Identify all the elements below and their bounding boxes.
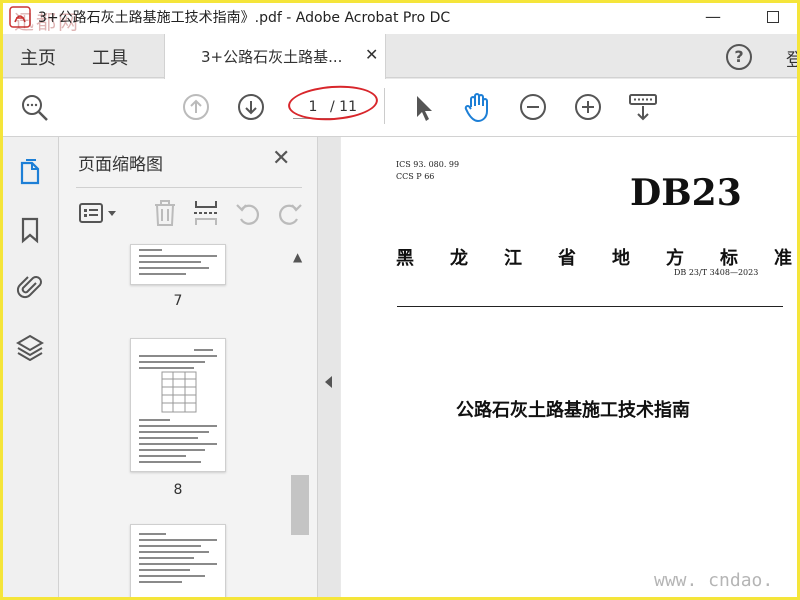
panel-title: 页面缩略图 <box>78 155 163 175</box>
previous-page-icon[interactable] <box>182 93 210 121</box>
thumbnail-text-lines <box>139 349 217 373</box>
title-bar: 迅都网 3+公路石灰土路基施工技术指南》.pdf - Adobe Acrobat… <box>0 0 800 34</box>
zoom-in-icon[interactable] <box>574 93 602 121</box>
signin-link[interactable]: 登 <box>786 46 800 72</box>
maximize-button[interactable] <box>760 6 786 28</box>
page-thumbnail[interactable] <box>130 338 226 472</box>
attachment-icon[interactable] <box>16 273 44 301</box>
doc-title: 公路石灰土路基施工技术指南 <box>456 400 690 421</box>
doc-province-heading: 黑龙江省地方标准 <box>396 244 800 270</box>
page-thumbnail[interactable] <box>130 524 226 600</box>
collapse-left-arrow-icon[interactable] <box>325 376 332 388</box>
doc-classification: ICS 93. 080. 99 CCS P 66 <box>396 159 459 183</box>
insert-page-icon[interactable] <box>192 198 220 228</box>
help-icon[interactable]: ? <box>726 44 752 70</box>
page-thumbnails-icon[interactable] <box>16 158 44 186</box>
ics-code: ICS 93. 080. 99 <box>396 160 460 169</box>
province-char: 方 <box>666 248 684 269</box>
thumbnail-text-lines <box>139 249 217 279</box>
doc-badge: DB23 <box>630 172 742 214</box>
search-icon[interactable] <box>20 93 50 123</box>
scrollbar-thumb[interactable] <box>291 475 309 535</box>
panel-divider <box>76 187 302 188</box>
menu-home[interactable]: 主页 <box>20 44 56 70</box>
menu-bar: 主页 工具 <box>0 34 800 78</box>
window-title: 3+公路石灰土路基施工技术指南》.pdf - Adobe Acrobat Pro… <box>38 10 451 26</box>
province-char: 江 <box>504 248 522 269</box>
thumbnail-table-figure <box>161 371 197 413</box>
keyboard-scroll-icon[interactable] <box>627 91 659 123</box>
maximize-icon <box>767 11 779 23</box>
province-char: 龙 <box>450 248 468 269</box>
page-thumbnail[interactable] <box>130 244 226 285</box>
thumbnail-scrollbar[interactable] <box>290 248 309 600</box>
scroll-up-arrow-icon[interactable]: ▲ <box>293 250 302 264</box>
doc-divider <box>397 306 783 307</box>
ccs-code: CCS P 66 <box>396 172 435 181</box>
watermark-bottom-right: www. cndao. com <box>654 570 774 600</box>
province-char: 省 <box>558 248 576 269</box>
document-tab-label: 3+公路石灰土路基... <box>201 48 343 66</box>
close-panel-icon[interactable]: ✕ <box>272 146 290 171</box>
rotate-counterclockwise-icon[interactable] <box>234 199 262 227</box>
rotate-clockwise-icon[interactable] <box>276 199 304 227</box>
delete-page-icon[interactable] <box>151 198 179 228</box>
thumbnail-page-label: 8 <box>173 482 183 498</box>
menu-tools[interactable]: 工具 <box>92 44 128 70</box>
next-page-icon[interactable] <box>237 93 265 121</box>
zoom-out-icon[interactable] <box>519 93 547 121</box>
province-char: 准 <box>774 248 792 269</box>
toolbar-divider <box>384 88 385 124</box>
minimize-button[interactable]: — <box>700 6 726 28</box>
province-char: 黑 <box>396 248 414 269</box>
toolbar <box>0 79 800 137</box>
thumbnail-options-icon[interactable] <box>79 200 121 228</box>
document-tab[interactable]: 3+公路石灰土路基... ✕ <box>164 34 386 79</box>
hand-tool-icon[interactable] <box>462 91 494 123</box>
navigation-rail <box>0 137 59 600</box>
province-char: 地 <box>612 248 630 269</box>
panel-collapse-strip[interactable] <box>318 137 340 600</box>
bookmark-icon[interactable] <box>16 216 44 244</box>
thumbnail-text-lines <box>139 419 217 467</box>
thumbnail-text-lines <box>139 533 217 587</box>
close-tab-icon[interactable]: ✕ <box>365 45 378 64</box>
thumbnail-page-label: 7 <box>173 293 183 309</box>
doc-standard-number: DB 23/T 3408—2023 <box>674 268 759 277</box>
layers-icon[interactable] <box>16 333 44 361</box>
province-char: 标 <box>720 248 738 269</box>
select-pointer-icon[interactable] <box>412 93 436 123</box>
